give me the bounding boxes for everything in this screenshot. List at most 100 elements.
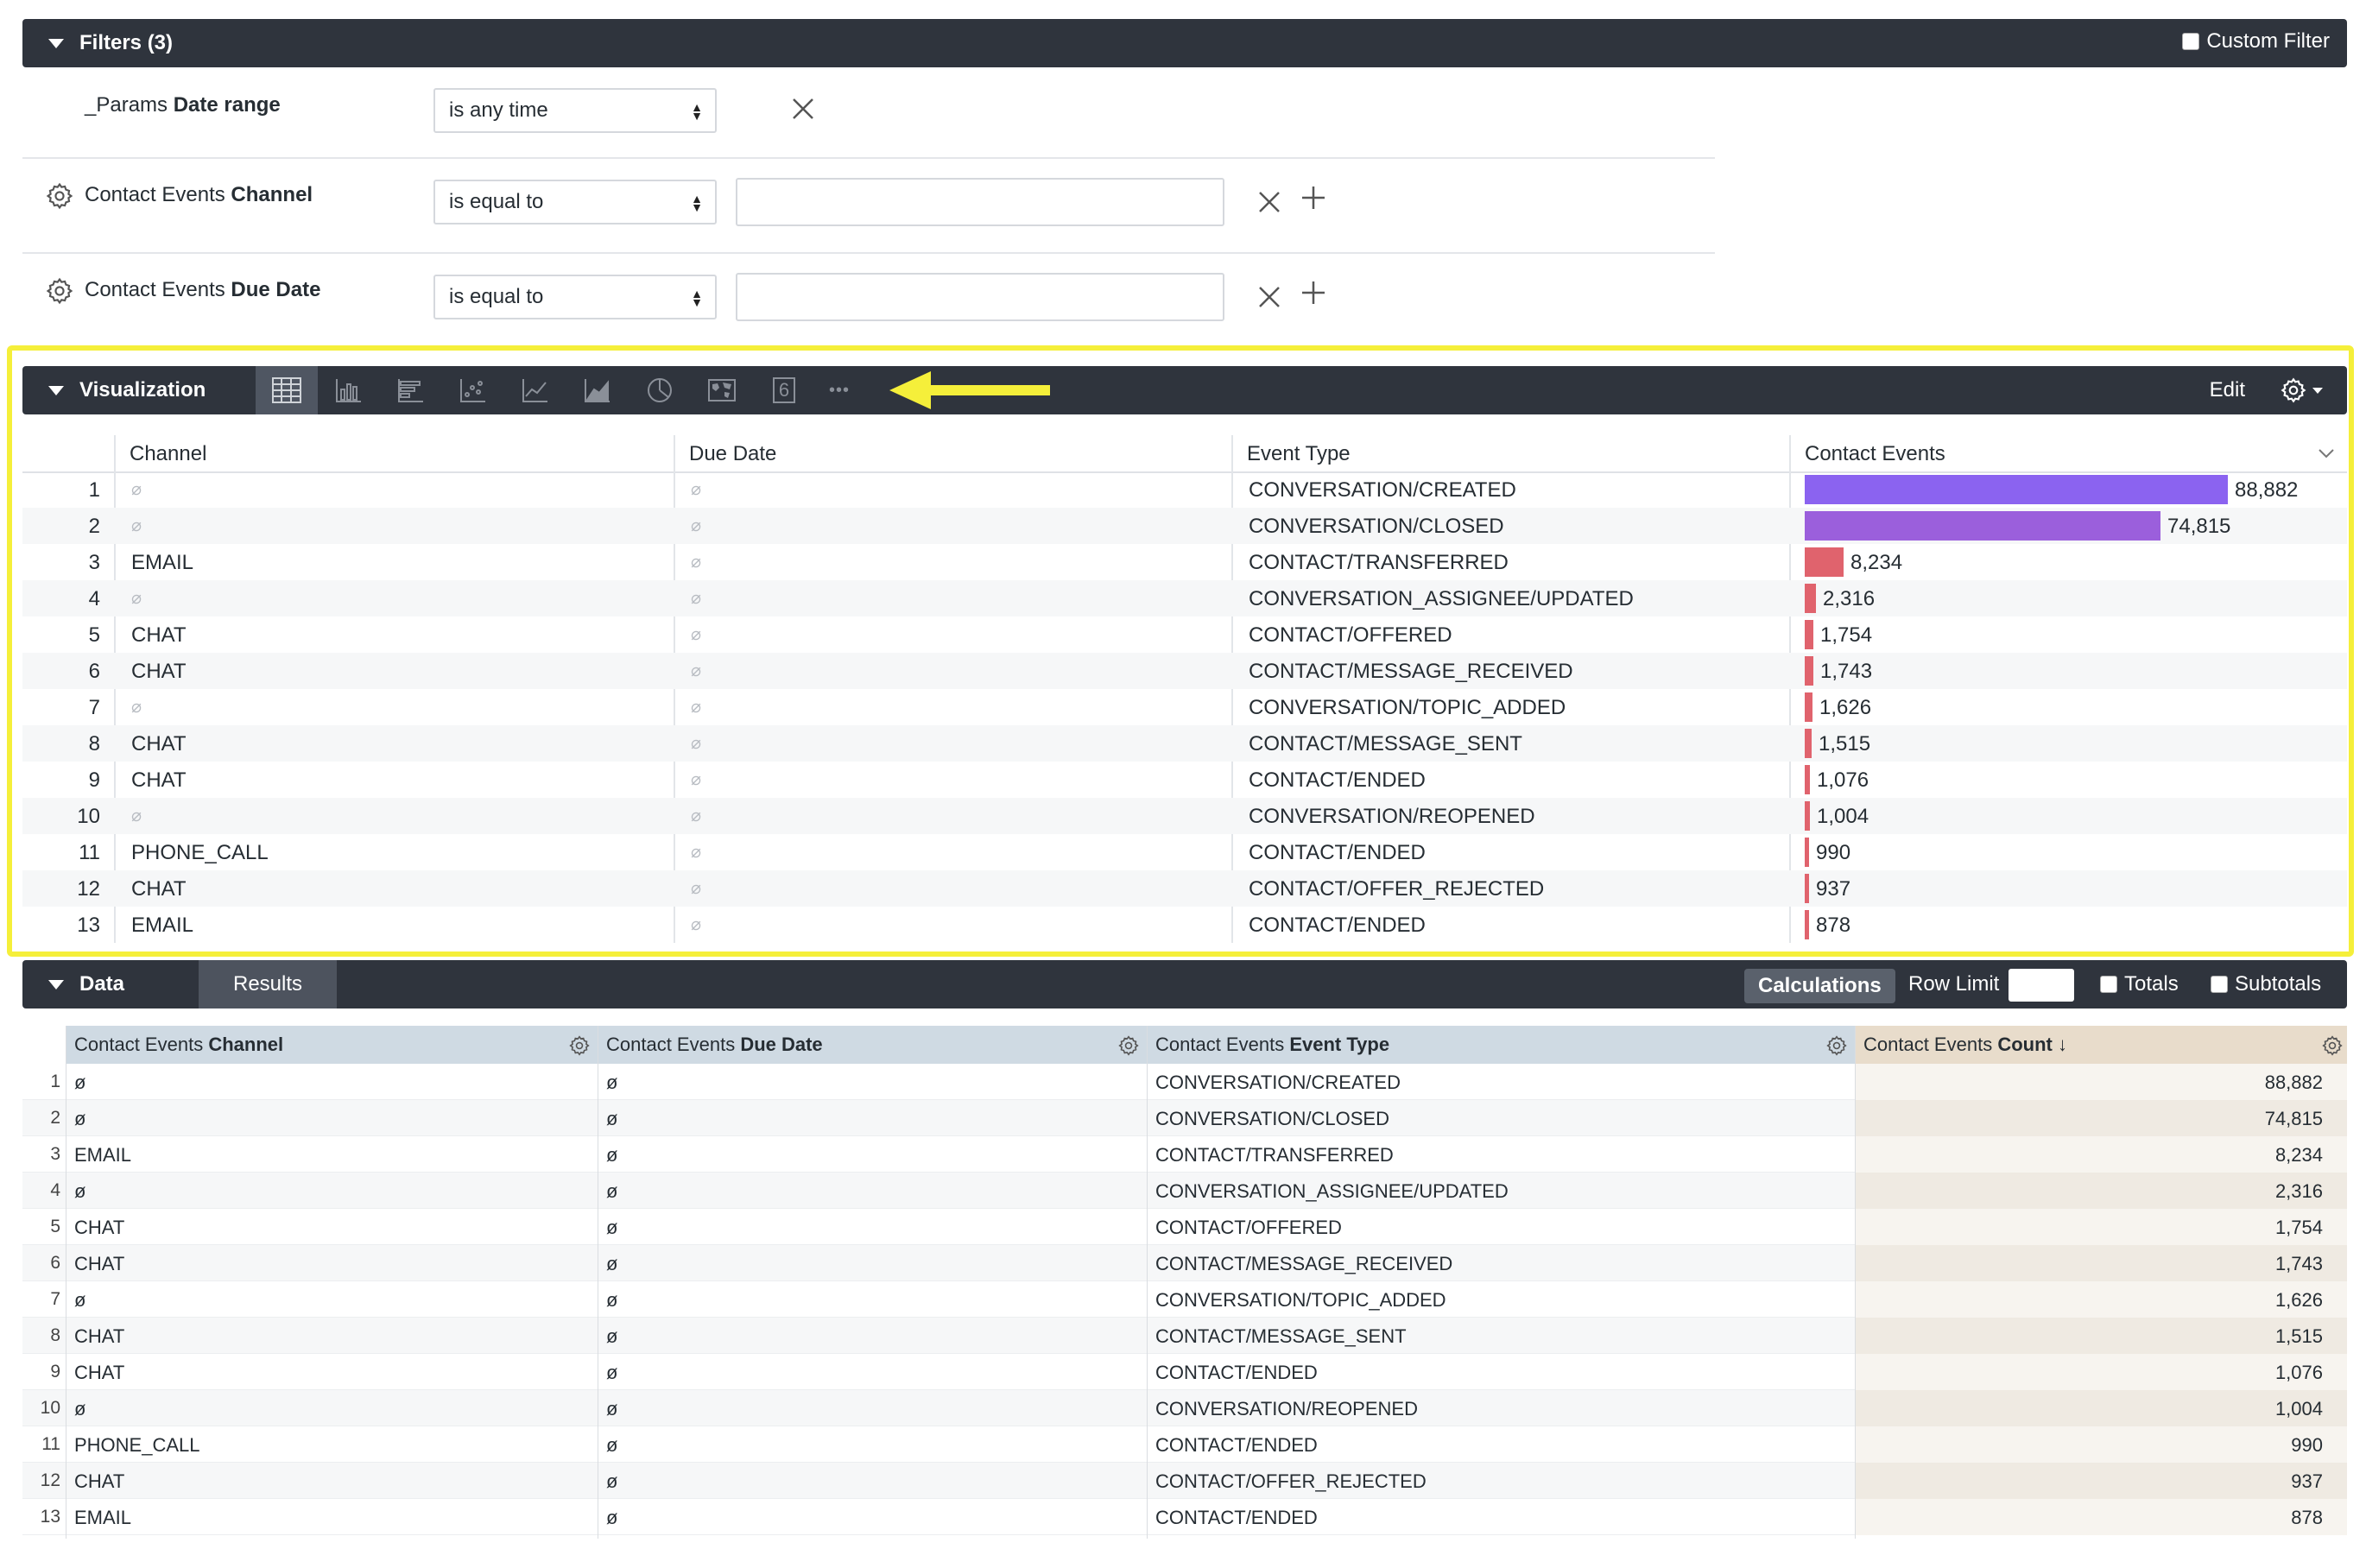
viz-area-button[interactable] bbox=[566, 366, 629, 414]
collapse-caret-icon[interactable] bbox=[48, 38, 64, 48]
viz-table-button[interactable] bbox=[256, 366, 318, 414]
edit-button[interactable]: Edit bbox=[2210, 378, 2245, 402]
viz-table-row: 11 PHONE_CALL ⌀ CONTACT/ENDED 990 bbox=[22, 834, 2347, 870]
viz-table-row: 2 ⌀ ⌀ CONVERSATION/CLOSED 74,815 bbox=[22, 508, 2347, 544]
count-cell: 2,316 bbox=[2274, 1180, 2323, 1202]
viz-table-row: 3 EMAIL ⌀ CONTACT/TRANSFERRED 8,234 bbox=[22, 544, 2347, 580]
null-value: ⌀ bbox=[131, 698, 142, 717]
count-bar bbox=[1805, 692, 1812, 722]
filter-operator-select[interactable]: is equal to ▲ ▼ bbox=[433, 275, 717, 319]
viz-type-toolbar: 6 ••• bbox=[256, 366, 877, 414]
count-cell: 88,882 bbox=[2264, 1072, 2323, 1093]
null-value: ⌀ bbox=[691, 516, 702, 535]
data-column-header[interactable]: Contact Events Count ↓ bbox=[1855, 1026, 2347, 1064]
count-bar bbox=[1805, 801, 1810, 831]
data-column-header[interactable]: Contact Events Due Date bbox=[598, 1026, 1147, 1064]
row-number: 2 bbox=[50, 1108, 60, 1128]
filter-operator-select[interactable]: is equal to ▲ ▼ bbox=[433, 180, 717, 224]
totals-checkbox[interactable] bbox=[2100, 976, 2117, 993]
count-value: 1,515 bbox=[1819, 732, 1871, 756]
viz-column-header[interactable]: Due Date bbox=[689, 442, 776, 466]
row-number: 7 bbox=[88, 696, 100, 719]
row-number: 5 bbox=[50, 1217, 60, 1236]
channel-cell: CHAT bbox=[131, 732, 187, 756]
viz-pie-button[interactable] bbox=[629, 366, 691, 414]
null-value: ⌀ bbox=[691, 734, 702, 753]
data-header[interactable]: Data Results Calculations Row Limit Tota… bbox=[22, 960, 2347, 1008]
data-title: Data bbox=[79, 972, 125, 996]
data-table-row: 3 EMAIL ø CONTACT/TRANSFERRED 8,234 bbox=[22, 1136, 2347, 1173]
add-filter-value-icon[interactable] bbox=[1300, 280, 1326, 306]
pie-chart-icon bbox=[648, 378, 672, 402]
chevron-down-icon[interactable] bbox=[2318, 447, 2335, 459]
gear-icon bbox=[2281, 377, 2306, 403]
custom-filter-checkbox[interactable] bbox=[2182, 33, 2200, 50]
viz-map-button[interactable] bbox=[691, 366, 753, 414]
viz-column-header[interactable]: Channel bbox=[130, 442, 206, 466]
tab-results[interactable]: Results bbox=[199, 960, 337, 1008]
filters-header[interactable]: Filters (3) Custom Filter bbox=[22, 19, 2347, 67]
row-number: 4 bbox=[88, 587, 100, 610]
viz-bar-button[interactable] bbox=[380, 366, 442, 414]
table-icon bbox=[272, 377, 301, 403]
custom-filter-toggle[interactable]: Custom Filter bbox=[2182, 29, 2330, 54]
gear-icon[interactable] bbox=[568, 1034, 591, 1057]
gear-icon[interactable] bbox=[45, 181, 74, 211]
column-header-prefix: Contact Events bbox=[1155, 1034, 1290, 1055]
gear-icon[interactable] bbox=[45, 276, 74, 306]
viz-column-header[interactable]: Contact Events bbox=[1805, 442, 1945, 466]
row-number: 12 bbox=[77, 877, 100, 901]
calculations-button[interactable]: Calculations bbox=[1744, 969, 1895, 1003]
collapse-caret-icon[interactable] bbox=[48, 979, 64, 989]
row-limit-input[interactable] bbox=[2009, 969, 2074, 1002]
subtotals-checkbox[interactable] bbox=[2211, 976, 2228, 993]
row-number: 11 bbox=[41, 1434, 60, 1454]
remove-filter-icon[interactable] bbox=[1257, 190, 1281, 214]
count-cell: 1,004 bbox=[2274, 1398, 2323, 1419]
add-filter-value-icon[interactable] bbox=[1300, 185, 1326, 211]
count-cell-bg bbox=[1855, 1463, 2347, 1499]
count-cell: 1,076 bbox=[2274, 1362, 2323, 1383]
null-value: ⌀ bbox=[691, 770, 702, 789]
visualization-header[interactable]: Visualization 6 ••• Edit bbox=[22, 366, 2347, 414]
row-number: 8 bbox=[88, 732, 100, 756]
filter-operator-value: is equal to bbox=[449, 285, 544, 308]
event-type-cell: CONVERSATION/CREATED bbox=[1249, 478, 1516, 502]
event-type-cell: CONTACT/MESSAGE_SENT bbox=[1155, 1325, 1407, 1347]
data-table-row: 12 CHAT ø CONTACT/OFFER_REJECTED 937 bbox=[22, 1463, 2347, 1499]
data-column-header[interactable]: Contact Events Event Type bbox=[1147, 1026, 1855, 1064]
visualization-title: Visualization bbox=[79, 378, 206, 401]
viz-line-button[interactable] bbox=[504, 366, 566, 414]
column-header-name: Due Date bbox=[740, 1034, 823, 1055]
viz-column-button[interactable] bbox=[318, 366, 380, 414]
viz-table-row: 1 ⌀ ⌀ CONVERSATION/CREATED 88,882 bbox=[22, 471, 2347, 508]
viz-table-row: 13 EMAIL ⌀ CONTACT/ENDED 878 bbox=[22, 907, 2347, 943]
gear-icon[interactable] bbox=[1825, 1034, 1848, 1057]
filter-value-input[interactable] bbox=[736, 178, 1224, 226]
remove-filter-icon[interactable] bbox=[791, 97, 815, 121]
event-type-cell: CONVERSATION/CLOSED bbox=[1249, 515, 1504, 538]
channel-cell: CHAT bbox=[74, 1217, 125, 1238]
collapse-caret-icon[interactable] bbox=[48, 385, 64, 395]
column-header-prefix: Contact Events bbox=[74, 1034, 209, 1055]
gear-icon[interactable] bbox=[2321, 1034, 2344, 1057]
subtotals-toggle[interactable]: Subtotals bbox=[2211, 972, 2321, 996]
filter-value-input[interactable] bbox=[736, 273, 1224, 321]
data-column-header[interactable]: Contact Events Channel bbox=[66, 1026, 598, 1064]
count-cell-bg bbox=[1855, 1354, 2347, 1390]
viz-table-row: 5 CHAT ⌀ CONTACT/OFFERED 1,754 bbox=[22, 616, 2347, 653]
count-cell: 1,626 bbox=[2274, 1289, 2323, 1311]
gear-icon[interactable] bbox=[1117, 1034, 1140, 1057]
remove-filter-icon[interactable] bbox=[1257, 285, 1281, 309]
viz-settings-button[interactable] bbox=[2280, 376, 2323, 404]
viz-table-row: 6 CHAT ⌀ CONTACT/MESSAGE_RECEIVED 1,743 bbox=[22, 653, 2347, 689]
filter-operator-select[interactable]: is any time ▲ ▼ bbox=[433, 88, 717, 133]
viz-single-value-button[interactable]: 6 bbox=[753, 366, 815, 414]
null-value: ⌀ bbox=[131, 589, 142, 608]
count-bar bbox=[1805, 910, 1809, 939]
totals-toggle[interactable]: Totals bbox=[2100, 972, 2179, 996]
viz-column-header[interactable]: Event Type bbox=[1247, 442, 1351, 466]
viz-scatter-button[interactable] bbox=[442, 366, 504, 414]
null-value: ⌀ bbox=[691, 843, 702, 862]
viz-more-button[interactable]: ••• bbox=[808, 366, 870, 414]
